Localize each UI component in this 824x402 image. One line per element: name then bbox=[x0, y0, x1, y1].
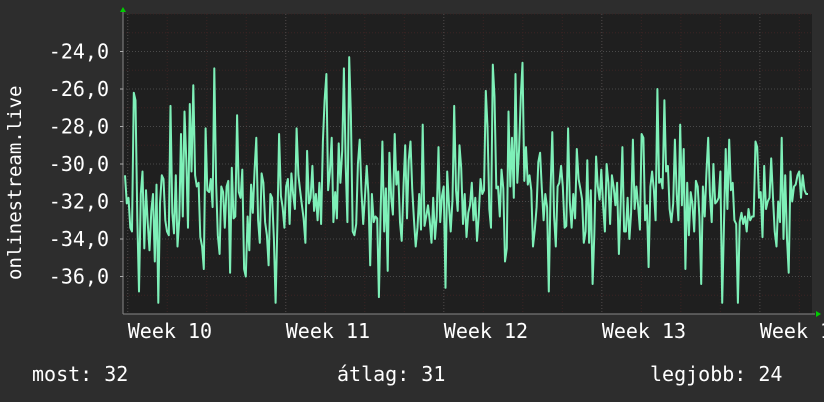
y-axis-arrow-icon bbox=[120, 7, 126, 12]
y-tick-label: -32,0 bbox=[49, 190, 109, 214]
x-axis-arrow-icon bbox=[816, 311, 821, 317]
current-value: most: 32 bbox=[32, 362, 129, 386]
y-tick-label: -24,0 bbox=[49, 40, 109, 64]
x-tick-labels: Week 10 Week 11 Week 12 Week 13 Week 1 bbox=[128, 319, 824, 343]
y-axis-label: onlinestream.live bbox=[4, 85, 26, 280]
y-tick-label: -28,0 bbox=[49, 115, 109, 139]
x-tick-label: Week 11 bbox=[286, 319, 370, 343]
y-tick-label: -26,0 bbox=[49, 77, 109, 101]
y-tick-labels: -24,0 -26,0 -28,0 -30,0 -32,0 -34,0 -36,0 bbox=[49, 40, 109, 289]
average-value: átlag: 31 bbox=[337, 362, 446, 386]
x-tick-label: Week 1 bbox=[760, 319, 824, 343]
y-tick-label: -34,0 bbox=[49, 227, 109, 251]
x-tick-label: Week 13 bbox=[602, 319, 686, 343]
y-tick-label: -30,0 bbox=[49, 152, 109, 176]
x-tick-label: Week 10 bbox=[128, 319, 212, 343]
y-tick-label: -36,0 bbox=[49, 265, 109, 289]
line-chart: -24,0 -26,0 -28,0 -30,0 -32,0 -34,0 -36,0 Week… bbox=[49, 7, 824, 343]
best-value: legjobb: 24 bbox=[650, 362, 783, 386]
x-tick-label: Week 12 bbox=[444, 319, 528, 343]
